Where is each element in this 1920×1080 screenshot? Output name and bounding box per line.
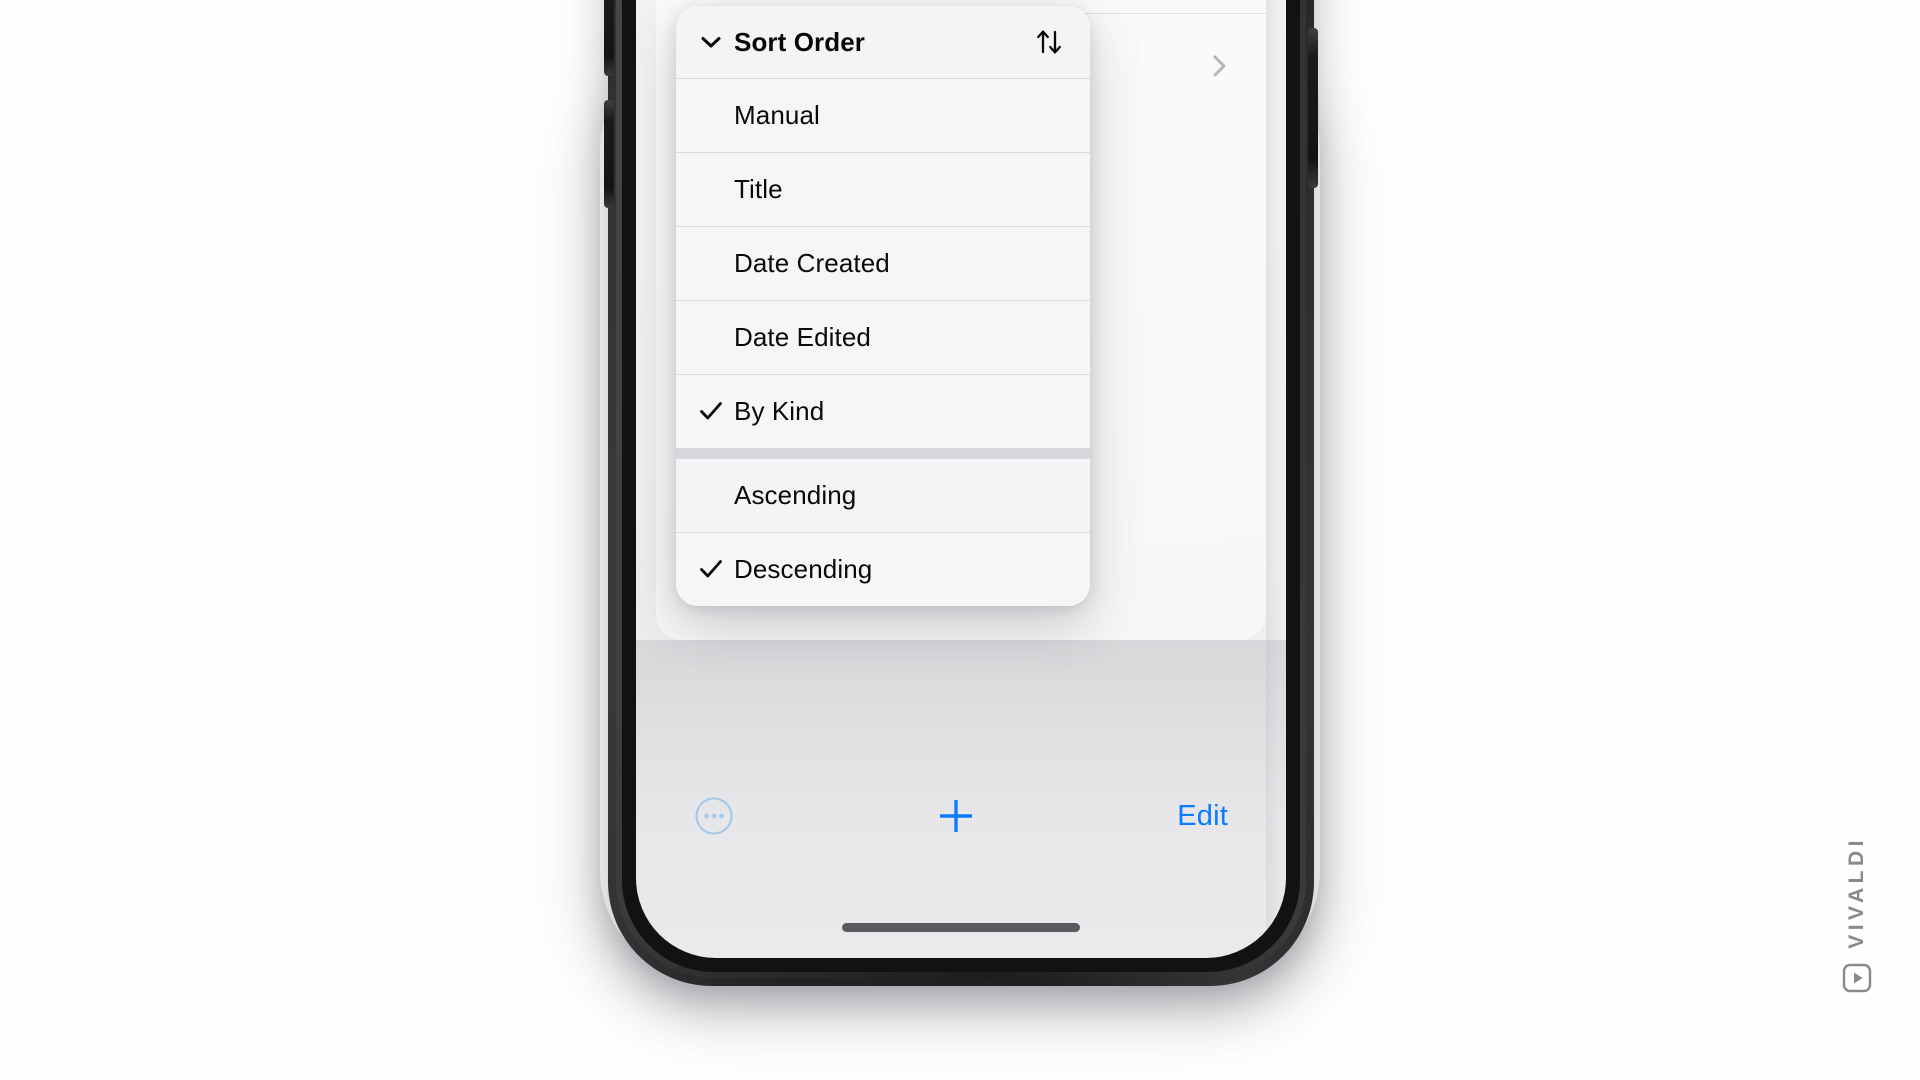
sort-arrows-updown-icon [1037,30,1061,54]
bottom-toolbar: Edit [636,770,1286,862]
vivaldi-watermark: VIVALDI [1834,836,1880,993]
sort-order-menu-title: Sort Order [734,26,866,57]
menu-item-ascending[interactable]: Ascending [676,458,1090,532]
menu-item-title[interactable]: Title [676,152,1090,226]
check-icon-slot [698,176,724,202]
checkmark-icon [700,402,722,420]
menu-item-by-kind[interactable]: By Kind [676,374,1090,448]
watermark-text: VIVALDI [1845,836,1868,949]
chevron-down-icon [701,37,721,48]
page-canvas: Design related 1 note Learning 24 notes [0,0,1920,1080]
menu-item-label: Date Created [734,247,890,278]
menu-item-label: By Kind [734,395,825,426]
home-indicator[interactable] [842,923,1080,932]
check-icon-slot [698,250,724,276]
vivaldi-play-square-icon [1842,963,1872,992]
phone-screen: Design related 1 note Learning 24 notes [636,0,1286,958]
check-icon-slot [698,324,724,350]
menu-item-label: Ascending [734,479,857,510]
menu-item-date-created[interactable]: Date Created [676,226,1090,300]
menu-item-descending[interactable]: Descending [676,532,1090,606]
check-icon-slot [698,398,724,424]
volume-down-button[interactable] [604,100,614,208]
menu-item-label: Date Edited [734,321,871,352]
more-circle-icon [695,797,733,835]
add-note-button[interactable] [734,794,1177,838]
menu-item-manual[interactable]: Manual [676,78,1090,152]
edit-button[interactable]: Edit [1177,800,1228,833]
menu-item-label: Title [734,173,783,204]
check-icon-slot [698,556,724,582]
check-icon-slot [698,102,724,128]
edit-button-label: Edit [1177,799,1228,832]
power-button[interactable] [1308,28,1318,188]
menu-item-label: Manual [734,99,820,130]
menu-item-label: Descending [734,553,873,584]
more-options-button[interactable] [694,796,734,836]
sort-order-menu: Sort Order Manual Title Date Created Dat… [676,6,1090,606]
check-icon-slot [698,482,724,508]
chevron-right-icon [1213,55,1226,76]
sort-order-menu-header[interactable]: Sort Order [676,6,1090,78]
phone-device: Design related 1 note Learning 24 notes [604,0,1318,986]
volume-up-button[interactable] [604,0,614,76]
menu-group-separator [676,448,1090,458]
menu-item-date-edited[interactable]: Date Edited [676,300,1090,374]
checkmark-icon [700,560,722,578]
plus-icon [939,800,972,832]
